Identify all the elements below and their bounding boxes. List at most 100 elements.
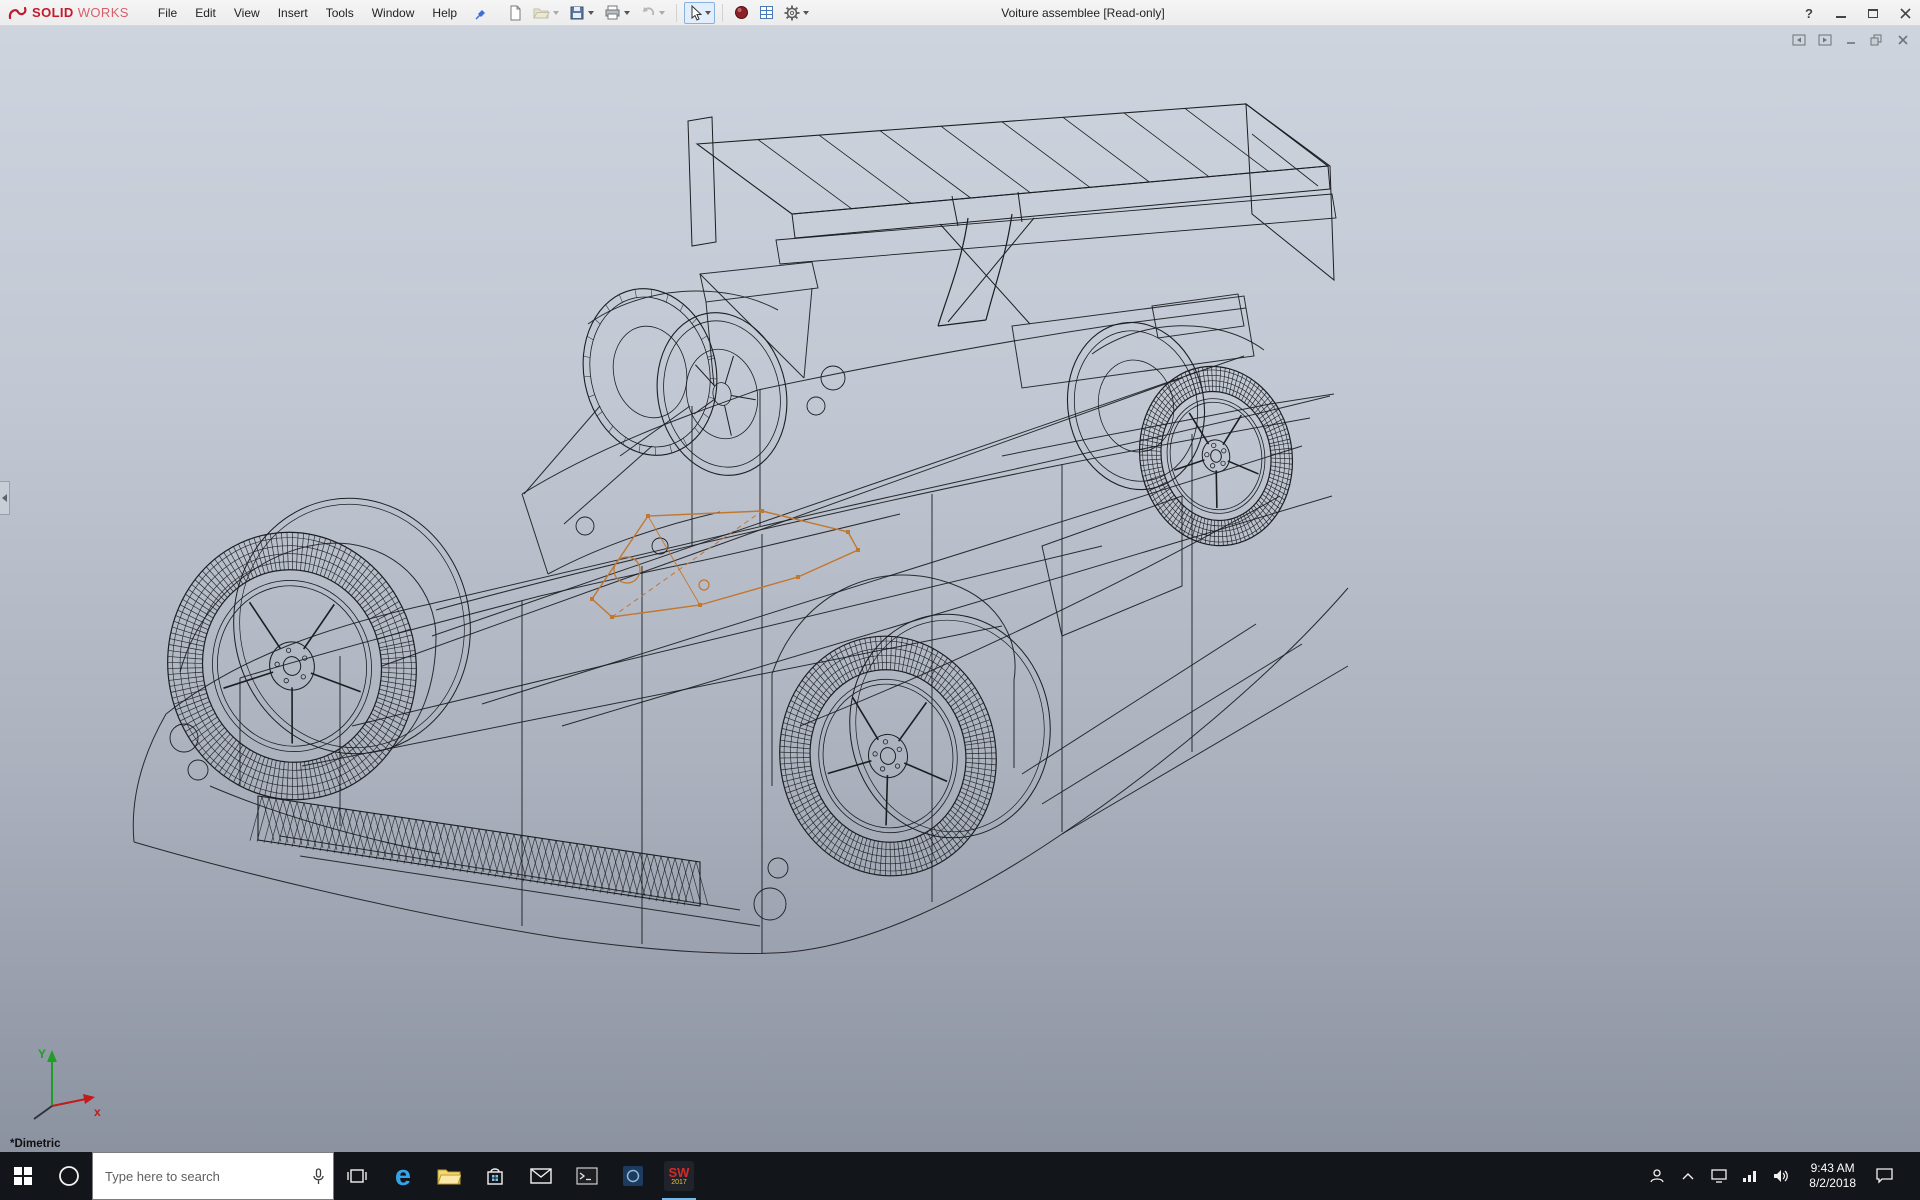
menu-insert[interactable]: Insert — [269, 2, 317, 24]
save-floppy-icon — [569, 5, 585, 21]
dock-right-button[interactable] — [1817, 33, 1832, 46]
windows-taskbar: e — [0, 1152, 1920, 1200]
store-button[interactable] — [472, 1152, 518, 1200]
print-button[interactable] — [600, 2, 634, 23]
menu-tools[interactable]: Tools — [317, 2, 363, 24]
file-explorer-icon — [437, 1166, 461, 1186]
quick-toolbar — [504, 2, 813, 24]
window-title: Voiture assemblee [Read-only] — [1001, 0, 1164, 26]
brand-works-text: WORKS — [78, 5, 129, 20]
close-button[interactable] — [1896, 4, 1914, 22]
menu-file[interactable]: File — [149, 2, 186, 24]
taskbar-search — [92, 1152, 334, 1200]
options-button[interactable] — [780, 2, 813, 24]
help-button[interactable]: ? — [1800, 4, 1818, 22]
cortana-button[interactable] — [46, 1152, 92, 1200]
solidworks-icon: SW 2017 — [664, 1161, 694, 1191]
task-view-icon — [347, 1168, 367, 1184]
doc-minimize-button[interactable] — [1843, 33, 1858, 46]
menu-window[interactable]: Window — [363, 2, 424, 24]
doc-restore-button[interactable] — [1869, 33, 1884, 46]
x-axis-label: x — [94, 1105, 101, 1119]
red-sphere-icon — [734, 5, 749, 20]
search-box — [92, 1152, 334, 1200]
save-button[interactable] — [565, 2, 598, 24]
console-button[interactable] — [564, 1152, 610, 1200]
pin-menu-button[interactable] — [474, 6, 488, 20]
table-grid-icon — [759, 5, 774, 20]
undo-button[interactable] — [636, 3, 669, 23]
chevron-down-icon — [803, 11, 809, 15]
mail-envelope-icon — [530, 1168, 552, 1184]
open-folder-icon — [533, 5, 550, 20]
solidworks-taskbar-button[interactable]: SW 2017 — [656, 1152, 702, 1200]
gear-icon — [784, 5, 800, 21]
orientation-triad: Y x — [10, 1044, 105, 1126]
appearance-button[interactable] — [730, 2, 753, 23]
chevron-left-icon — [2, 494, 7, 502]
printer-icon — [604, 5, 621, 20]
chevron-down-icon — [705, 11, 711, 15]
panel-right-icon — [1818, 34, 1832, 46]
action-center-button[interactable] — [1875, 1152, 1893, 1200]
y-axis-label: Y — [38, 1047, 46, 1061]
brand-solid-text: SOLID — [32, 5, 74, 20]
minimize-button[interactable] — [1832, 4, 1850, 22]
close-icon — [1897, 34, 1909, 46]
network-tray-button[interactable] — [1741, 1152, 1759, 1200]
pin-icon — [474, 6, 488, 20]
system-tray: 9:43 AM 8/2/2018 — [1648, 1152, 1920, 1200]
new-document-icon — [508, 5, 523, 21]
maximize-button[interactable] — [1864, 4, 1882, 22]
file-explorer-button[interactable] — [426, 1152, 472, 1200]
select-tool-button[interactable] — [684, 2, 715, 24]
taskbar-clock[interactable]: 9:43 AM 8/2/2018 — [1803, 1161, 1862, 1191]
panel-expand-tab[interactable] — [0, 481, 10, 515]
volume-tray-button[interactable] — [1772, 1152, 1790, 1200]
menu-help[interactable]: Help — [423, 2, 466, 24]
terminal-icon — [576, 1167, 598, 1185]
close-icon — [1900, 8, 1911, 19]
graphics-viewport[interactable]: Y x *Dimetric — [0, 26, 1920, 1152]
menu-edit[interactable]: Edit — [186, 2, 225, 24]
dock-left-button[interactable] — [1791, 33, 1806, 46]
design-table-button[interactable] — [755, 2, 778, 23]
solidworks-logo: SOLID WORKS — [0, 5, 139, 21]
restore-icon — [1870, 34, 1883, 46]
app-icon — [622, 1165, 644, 1187]
select-cursor-icon — [688, 5, 702, 21]
edge-icon: e — [395, 1162, 411, 1191]
menu-list: File Edit View Insert Tools Window Help — [149, 2, 466, 24]
network-icon — [1742, 1170, 1758, 1182]
undo-arrow-icon — [640, 6, 656, 20]
solidworks-application: SOLID WORKS File Edit View Insert Tools W… — [0, 0, 1920, 1200]
doc-close-button[interactable] — [1895, 33, 1910, 46]
display-icon — [1711, 1169, 1727, 1183]
maximize-icon — [1868, 9, 1878, 18]
chevron-down-icon — [624, 11, 630, 15]
windows-logo-icon — [14, 1167, 32, 1185]
edge-button[interactable]: e — [380, 1152, 426, 1200]
window-controls: ? — [1800, 0, 1914, 26]
mail-button[interactable] — [518, 1152, 564, 1200]
search-input[interactable] — [93, 1169, 303, 1184]
app-button[interactable] — [610, 1152, 656, 1200]
microphone-icon — [312, 1168, 325, 1185]
people-button[interactable] — [1648, 1152, 1666, 1200]
mic-button[interactable] — [303, 1168, 333, 1185]
start-button[interactable] — [0, 1152, 46, 1200]
open-document-button[interactable] — [529, 2, 563, 23]
tray-expand-button[interactable] — [1679, 1152, 1697, 1200]
people-icon — [1649, 1168, 1665, 1184]
display-tray-button[interactable] — [1710, 1152, 1728, 1200]
toolbar-separator — [722, 4, 723, 22]
chevron-down-icon — [553, 11, 559, 15]
new-document-button[interactable] — [504, 2, 527, 24]
menu-view[interactable]: View — [225, 2, 269, 24]
cortana-circle-icon — [57, 1164, 81, 1188]
ds-logo-icon — [8, 5, 28, 21]
clock-date: 8/2/2018 — [1809, 1176, 1856, 1191]
view-orientation-label: *Dimetric — [10, 1138, 61, 1150]
task-view-button[interactable] — [334, 1152, 380, 1200]
chevron-down-icon — [659, 11, 665, 15]
